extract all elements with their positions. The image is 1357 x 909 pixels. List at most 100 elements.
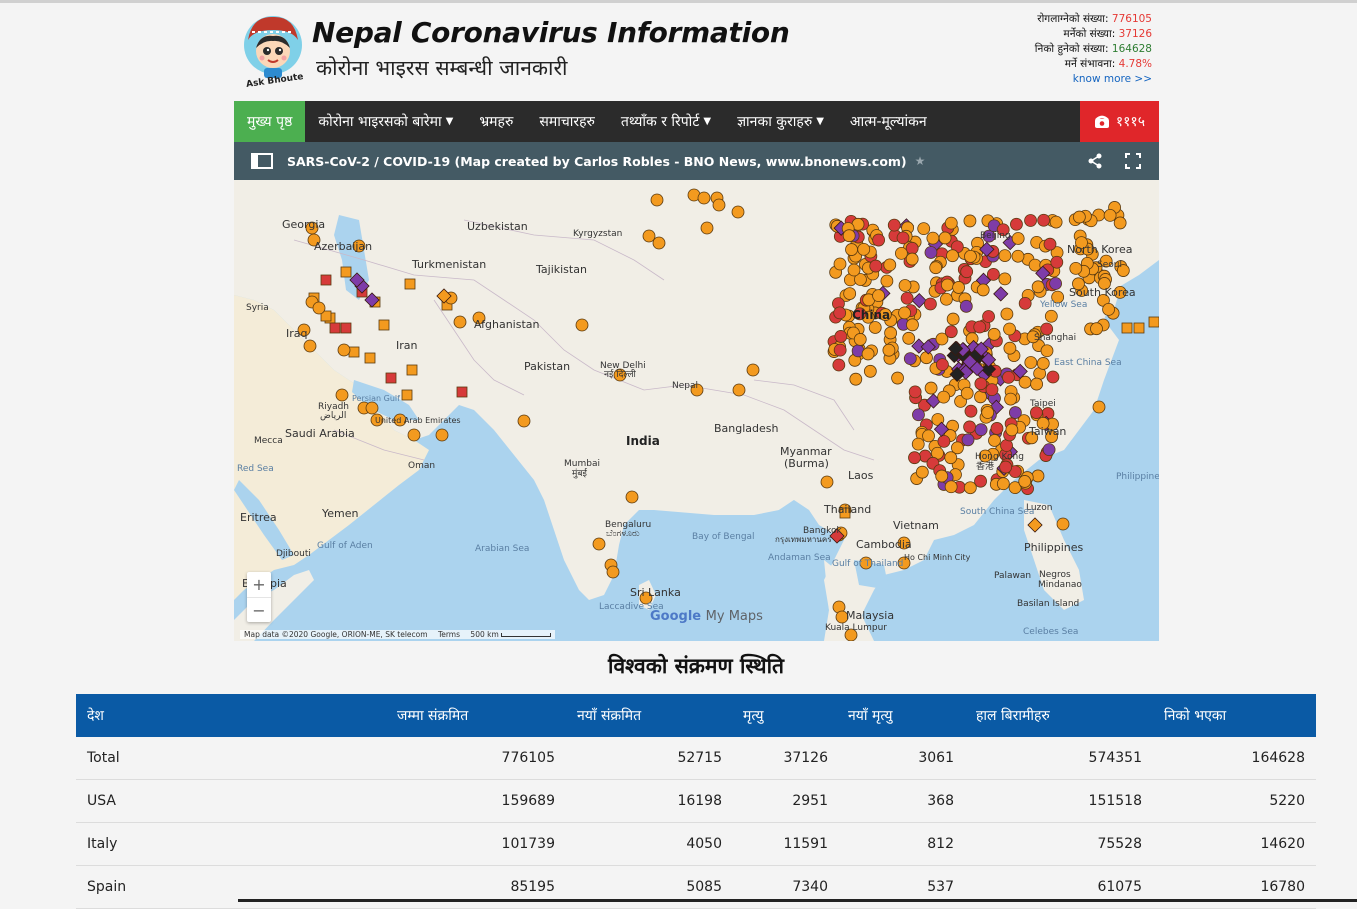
case-marker[interactable] bbox=[335, 388, 349, 402]
case-marker[interactable] bbox=[963, 214, 977, 228]
case-marker[interactable] bbox=[1011, 249, 1025, 263]
case-marker[interactable] bbox=[868, 321, 882, 334]
case-marker[interactable] bbox=[880, 274, 894, 288]
case-marker[interactable] bbox=[1003, 322, 1016, 336]
case-marker[interactable] bbox=[1010, 217, 1023, 231]
case-marker[interactable] bbox=[935, 469, 949, 483]
nav-item-self-assessment[interactable]: आत्म-मूल्यांकन bbox=[837, 101, 940, 142]
case-marker[interactable] bbox=[1042, 443, 1056, 457]
case-marker[interactable] bbox=[946, 312, 960, 326]
case-marker[interactable] bbox=[1008, 406, 1022, 419]
case-marker[interactable] bbox=[941, 278, 954, 292]
case-marker[interactable] bbox=[944, 216, 958, 230]
case-marker[interactable] bbox=[946, 249, 959, 263]
case-marker[interactable] bbox=[340, 322, 352, 334]
case-marker[interactable] bbox=[952, 281, 966, 294]
case-marker[interactable] bbox=[960, 386, 974, 400]
case-marker[interactable] bbox=[592, 537, 606, 551]
case-marker[interactable] bbox=[938, 231, 952, 245]
case-marker[interactable] bbox=[926, 231, 940, 245]
case-marker[interactable] bbox=[1133, 322, 1145, 334]
case-marker[interactable] bbox=[1002, 370, 1015, 384]
case-marker[interactable] bbox=[1049, 277, 1062, 290]
case-marker[interactable] bbox=[939, 292, 953, 306]
case-marker[interactable] bbox=[348, 346, 360, 358]
case-marker[interactable] bbox=[1121, 322, 1133, 334]
case-marker[interactable] bbox=[883, 258, 897, 272]
case-marker[interactable] bbox=[974, 423, 988, 437]
panel-toggle-icon[interactable] bbox=[251, 153, 273, 169]
case-marker[interactable] bbox=[964, 250, 977, 263]
case-marker[interactable] bbox=[924, 381, 938, 395]
nav-item-about-coronavirus[interactable]: कोरोना भाइरसको बारेमा ▼ bbox=[305, 101, 466, 142]
case-marker[interactable] bbox=[378, 319, 390, 331]
case-marker[interactable] bbox=[944, 325, 958, 339]
map-canvas[interactable]: Georgia Azerbaijan Uzbekistan Kyrgyzstan… bbox=[234, 180, 1159, 641]
case-marker[interactable] bbox=[1004, 392, 1017, 406]
case-marker[interactable] bbox=[746, 363, 760, 377]
case-marker[interactable] bbox=[974, 377, 988, 391]
case-marker[interactable] bbox=[982, 310, 995, 323]
case-marker[interactable] bbox=[406, 364, 418, 376]
case-marker[interactable] bbox=[999, 460, 1013, 474]
case-marker[interactable] bbox=[401, 389, 413, 401]
case-marker[interactable] bbox=[650, 193, 664, 207]
case-marker[interactable] bbox=[863, 364, 877, 378]
case-marker[interactable] bbox=[407, 428, 421, 442]
case-marker[interactable] bbox=[731, 205, 745, 219]
case-marker[interactable] bbox=[944, 451, 958, 465]
case-marker[interactable] bbox=[915, 465, 929, 479]
header-country[interactable]: देश bbox=[87, 706, 104, 725]
case-marker[interactable] bbox=[869, 259, 883, 273]
case-marker[interactable] bbox=[900, 291, 914, 305]
case-marker[interactable] bbox=[853, 333, 867, 346]
header-recovered[interactable]: निको भएका bbox=[1164, 706, 1226, 725]
header-new-infected[interactable]: नयाँ संक्रमित bbox=[577, 706, 641, 725]
zoom-out-button[interactable]: − bbox=[247, 597, 271, 623]
case-marker[interactable] bbox=[1018, 475, 1032, 488]
case-marker[interactable] bbox=[882, 343, 896, 357]
case-marker[interactable] bbox=[887, 218, 901, 232]
case-marker[interactable] bbox=[872, 233, 886, 247]
case-marker[interactable] bbox=[1103, 209, 1117, 222]
case-marker[interactable] bbox=[329, 322, 341, 334]
case-marker[interactable] bbox=[320, 274, 332, 286]
case-marker[interactable] bbox=[845, 243, 858, 256]
case-marker[interactable] bbox=[902, 331, 916, 345]
case-marker[interactable] bbox=[1018, 296, 1032, 310]
case-marker[interactable] bbox=[1102, 303, 1115, 316]
hotline-button[interactable]: १११५ bbox=[1079, 101, 1159, 142]
case-marker[interactable] bbox=[312, 301, 326, 315]
case-marker[interactable] bbox=[1050, 255, 1064, 269]
terms-link[interactable]: Terms bbox=[438, 630, 460, 639]
case-marker[interactable] bbox=[905, 241, 919, 255]
nav-item-facts-reports[interactable]: तथ्याँक र रिपोर्ट ▼ bbox=[608, 101, 724, 142]
case-marker[interactable] bbox=[924, 246, 938, 259]
case-marker[interactable] bbox=[906, 318, 919, 332]
fullscreen-icon[interactable] bbox=[1125, 153, 1141, 169]
case-marker[interactable] bbox=[1148, 316, 1159, 328]
case-marker[interactable] bbox=[843, 287, 857, 300]
case-marker[interactable] bbox=[820, 475, 834, 489]
case-marker[interactable] bbox=[976, 283, 990, 297]
case-marker[interactable] bbox=[385, 372, 397, 384]
case-marker[interactable] bbox=[963, 481, 977, 495]
know-more-link[interactable]: know more >> bbox=[1073, 72, 1152, 87]
case-marker[interactable] bbox=[732, 383, 746, 397]
case-marker[interactable] bbox=[937, 390, 951, 404]
case-marker[interactable] bbox=[884, 326, 898, 340]
case-marker[interactable] bbox=[833, 257, 847, 271]
case-marker[interactable] bbox=[898, 279, 912, 292]
case-marker[interactable] bbox=[1090, 322, 1103, 336]
case-marker[interactable] bbox=[1044, 309, 1058, 323]
case-marker[interactable] bbox=[898, 306, 911, 320]
case-marker[interactable] bbox=[625, 490, 639, 504]
case-marker[interactable] bbox=[1024, 214, 1037, 227]
nav-item-news[interactable]: समाचारहरु bbox=[526, 101, 608, 142]
case-marker[interactable] bbox=[929, 261, 943, 275]
case-marker[interactable] bbox=[964, 404, 978, 418]
case-marker[interactable] bbox=[922, 429, 935, 443]
case-marker[interactable] bbox=[963, 420, 977, 434]
case-marker[interactable] bbox=[987, 327, 1001, 341]
case-marker[interactable] bbox=[340, 266, 352, 278]
